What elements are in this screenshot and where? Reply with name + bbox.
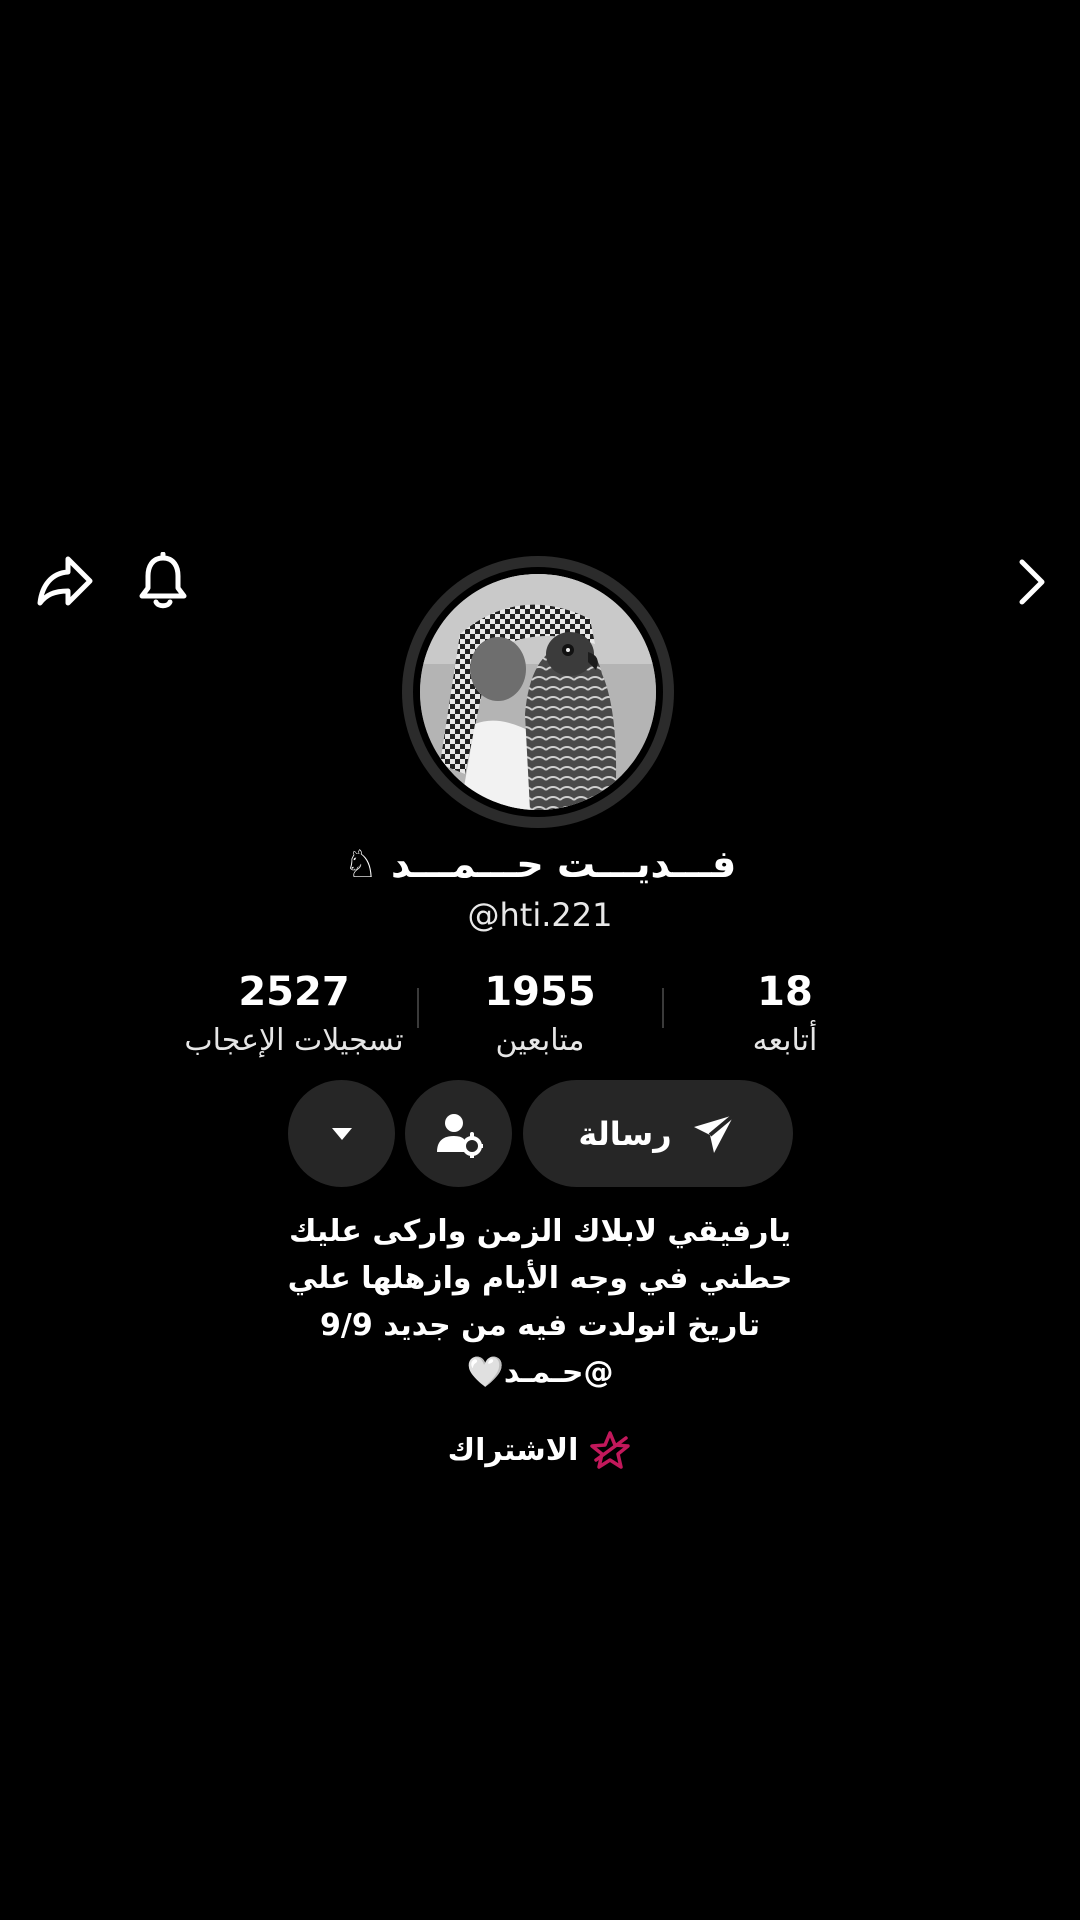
forward-button[interactable] xyxy=(1004,552,1060,612)
notification-bell-button[interactable] xyxy=(130,548,196,614)
following-count: 18 xyxy=(757,969,813,1015)
share-button[interactable] xyxy=(30,548,100,614)
avatar-photo xyxy=(420,574,656,810)
following-stat[interactable]: 18 أتابعه xyxy=(645,964,925,1062)
star-badge-icon xyxy=(590,1431,631,1469)
bio-mention[interactable]: @حـمـد🤍 xyxy=(240,1349,840,1396)
display-name: فـــديـــت حـــمـــد ♘ xyxy=(343,842,737,886)
avatar xyxy=(420,574,656,810)
likes-stat[interactable]: 2527 تسجيلات الإعجاب xyxy=(154,964,434,1062)
bell-icon xyxy=(139,552,187,609)
share-arrow-icon xyxy=(37,556,93,606)
likes-label: تسجيلات الإعجاب xyxy=(184,1023,404,1058)
likes-count: 2527 xyxy=(238,969,350,1015)
subscription-label: الاشتراك xyxy=(447,1432,579,1468)
bio-line: يارفيقي لابلاك الزمن واركى عليك xyxy=(289,1214,791,1249)
profile-bio: يارفيقي لابلاك الزمن واركى عليك حطني في … xyxy=(240,1208,840,1396)
avatar-ring[interactable] xyxy=(402,556,674,828)
bio-line: حطني في وجه الأيام وازهلها علي xyxy=(287,1261,793,1296)
more-options-button[interactable] xyxy=(288,1080,395,1187)
followers-stat[interactable]: 1955 متابعين xyxy=(400,964,680,1062)
followers-count: 1955 xyxy=(484,969,596,1015)
send-icon xyxy=(693,1112,735,1153)
username-handle: @hti.221 xyxy=(467,896,613,934)
subscription-button[interactable]: الاشتراك xyxy=(390,1422,690,1478)
following-label: أتابعه xyxy=(752,1023,818,1058)
message-button[interactable]: رسالة xyxy=(523,1080,793,1187)
message-label: رسالة xyxy=(578,1114,672,1153)
caret-down-icon xyxy=(331,1127,352,1140)
profile-settings-button[interactable] xyxy=(405,1080,512,1187)
user-gear-icon xyxy=(436,1113,483,1158)
followers-label: متابعين xyxy=(495,1023,585,1058)
bio-line: تاريخ انولدت فيه من جديد 9/9 xyxy=(320,1308,760,1343)
chevron-right-icon xyxy=(1019,559,1045,605)
